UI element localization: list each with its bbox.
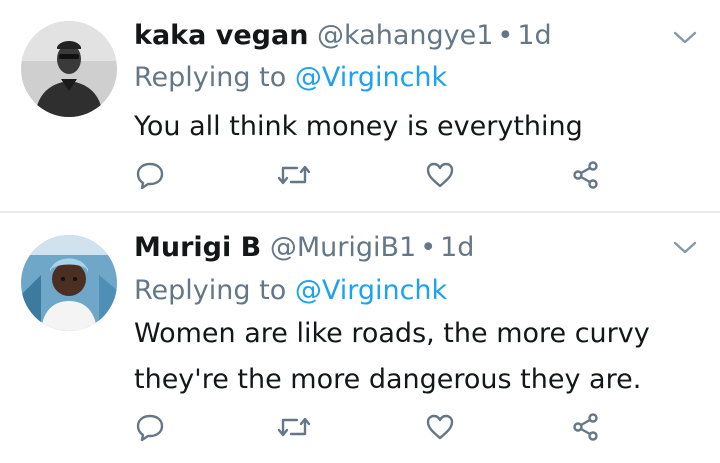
share-icon: [573, 161, 598, 189]
reply-icon: [136, 414, 164, 442]
share-button[interactable]: [566, 407, 606, 447]
user-handle[interactable]: @MurigiB1: [270, 232, 416, 263]
like-button[interactable]: [420, 155, 460, 195]
chevron-down-icon[interactable]: [672, 237, 698, 257]
separator-dot: •: [420, 232, 437, 263]
timestamp[interactable]: 1d: [440, 232, 474, 263]
tweet-text: Women are like roads, the more curvy the…: [134, 311, 694, 403]
replying-to: Replying to @Virginchk: [134, 271, 447, 311]
replying-to-label: Replying to: [134, 275, 287, 306]
reply-mention-link[interactable]: @Virginchk: [295, 275, 447, 306]
tweet-text-line: Women are like roads, the more curvy: [134, 318, 650, 349]
tweet-actions: [0, 155, 720, 195]
display-name[interactable]: Murigi B: [134, 232, 261, 263]
heart-icon: [426, 414, 454, 440]
retweet-icon: [277, 417, 311, 437]
display-name[interactable]: kaka vegan: [134, 20, 308, 51]
avatar[interactable]: [21, 21, 117, 117]
chevron-down-icon[interactable]: [672, 27, 698, 47]
replying-to: Replying to @Virginchk: [134, 58, 447, 98]
retweet-button[interactable]: [274, 155, 314, 195]
tweet-text-line: they're the more dangerous they are.: [134, 364, 642, 395]
retweet-icon: [277, 165, 311, 185]
separator-dot: •: [497, 20, 514, 51]
reply-mention-link[interactable]: @Virginchk: [295, 62, 447, 93]
reply-button[interactable]: [130, 155, 170, 195]
tweet-actions: [0, 407, 720, 447]
tweet-text: You all think money is everything: [134, 104, 694, 150]
reply-icon: [136, 162, 164, 190]
replying-to-label: Replying to: [134, 62, 287, 93]
like-button[interactable]: [420, 407, 460, 447]
heart-icon: [426, 162, 454, 188]
tweet[interactable]: Murigi B @MurigiB1 • 1d Replying to @Virgi…: [0, 213, 720, 463]
retweet-button[interactable]: [274, 407, 314, 447]
tweet[interactable]: kaka vegan @kahangye1 • 1d Replying to @Vi…: [0, 0, 720, 212]
tweet-header: Murigi B @MurigiB1 • 1d: [134, 228, 474, 268]
avatar[interactable]: [21, 235, 117, 331]
reply-button[interactable]: [130, 407, 170, 447]
share-icon: [573, 413, 598, 441]
tweet-feed: kaka vegan @kahangye1 • 1d Replying to @Vi…: [0, 0, 720, 463]
user-handle[interactable]: @kahangye1: [317, 20, 493, 51]
tweet-header: kaka vegan @kahangye1 • 1d: [134, 16, 552, 56]
share-button[interactable]: [566, 155, 606, 195]
tweet-text-line: You all think money is everything: [134, 111, 583, 142]
timestamp[interactable]: 1d: [517, 20, 551, 51]
